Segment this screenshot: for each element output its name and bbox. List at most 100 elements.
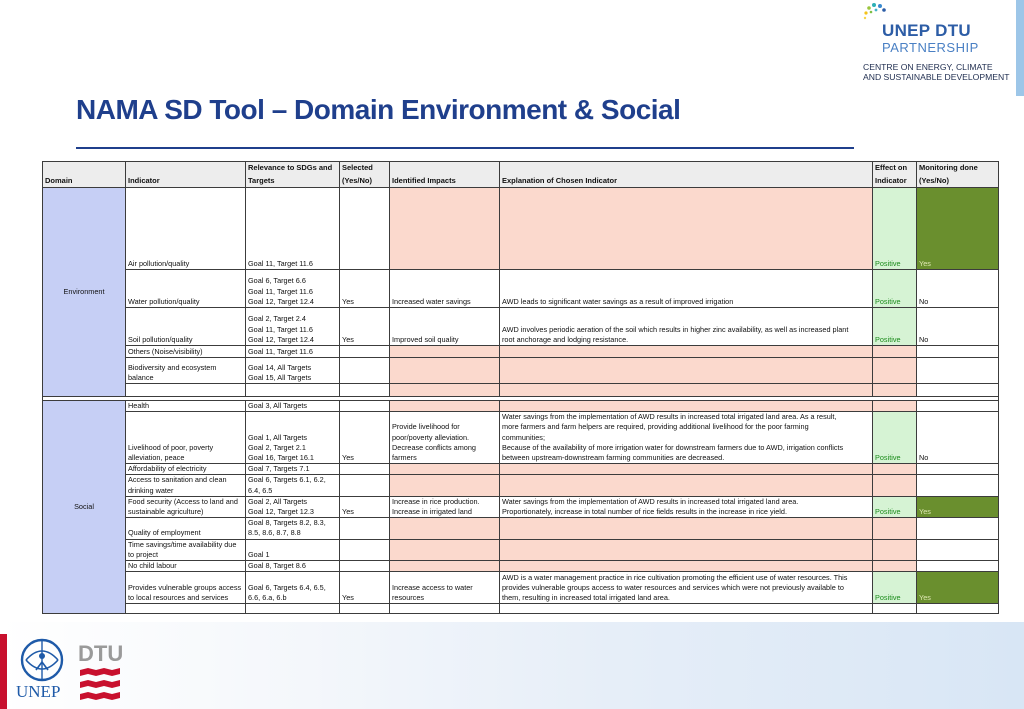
relevance-cell — [245, 383, 340, 397]
explanation-cell — [499, 560, 873, 573]
table-row: Social Health Goal 3, All Targets — [42, 399, 999, 615]
impacts-cell — [389, 383, 500, 397]
impacts-cell — [389, 187, 500, 270]
indicator-cell: Air pollution/quality — [125, 187, 246, 270]
explanation-cell — [499, 474, 873, 497]
indicator-cell: Livelihood of poor, poverty alleviation, … — [125, 411, 246, 465]
effect-cell: Positive — [872, 307, 917, 346]
monitoring-cell — [916, 357, 999, 384]
explanation-cell: AWD involves periodic aeration of the so… — [499, 307, 873, 346]
impacts-cell — [389, 399, 500, 413]
header-selected: Selected (Yes/No) — [339, 161, 390, 188]
selected-cell — [339, 187, 390, 270]
impacts-cell — [389, 357, 500, 384]
relevance-cell: Goal 14, All Targets Goal 15, All Targets — [245, 357, 340, 384]
effect-cell: Positive — [872, 495, 917, 519]
monitoring-cell: No — [916, 269, 999, 308]
relevance-cell: Goal 1, All Targets Goal 2, Target 2.1 Goa… — [245, 411, 340, 465]
relevance-cell: Goal 6, Targets 6.1, 6.2, 6.4, 6.5 — [245, 474, 340, 497]
relevance-cell: Goal 11, Target 11.6 — [245, 345, 340, 358]
impacts-cell — [389, 474, 500, 497]
table-row: Quality of employment Goal 8, Targets 8.… — [43, 517, 999, 540]
unep-dtu-partnership-logo: UNEP DTU PARTNERSHIP CENTRE ON ENERGY, C… — [862, 2, 1014, 84]
effect-cell — [872, 560, 917, 573]
indicator-cell — [125, 383, 246, 397]
monitoring-cell — [916, 603, 999, 615]
logo-subtitle: PARTNERSHIP — [882, 40, 979, 55]
table-row: Soil pollution/quality Goal 2, Target 2.… — [43, 307, 999, 346]
effect-cell — [872, 474, 917, 497]
indicator-cell: Food security (Access to land and sustain… — [125, 495, 246, 519]
table-row: Time savings/time availability due to pro… — [43, 538, 999, 562]
selected-cell: Yes — [339, 269, 390, 308]
selected-cell — [339, 345, 390, 358]
table-row: Access to sanitation and clean drinking w… — [43, 474, 999, 497]
selected-cell — [339, 474, 390, 497]
header-indicator: Indicator — [125, 161, 246, 188]
impacts-cell — [389, 603, 500, 615]
accent-strip — [1016, 0, 1024, 96]
header-domain: Domain — [42, 161, 126, 188]
effect-cell — [872, 345, 917, 358]
monitoring-cell: No — [916, 411, 999, 465]
monitoring-cell — [916, 345, 999, 358]
title-underline — [76, 147, 854, 149]
indicator-cell — [125, 603, 246, 615]
indicator-cell: Provides vulnerable groups access to loca… — [125, 571, 246, 605]
effect-cell — [872, 538, 917, 562]
selected-cell — [339, 463, 390, 476]
indicator-cell: Soil pollution/quality — [125, 307, 246, 346]
monitoring-cell — [916, 463, 999, 476]
unep-wordmark: UNEP — [16, 682, 61, 701]
impacts-cell — [389, 560, 500, 573]
indicator-cell: Others (Noise/visibility) — [125, 345, 246, 358]
explanation-cell — [499, 399, 873, 413]
selected-cell — [339, 399, 390, 413]
relevance-cell: Goal 2, Target 2.4 Goal 11, Target 11.6 Go… — [245, 307, 340, 346]
header-monitoring: Monitoring done (Yes/No) — [916, 161, 999, 188]
table-row — [43, 603, 999, 615]
effect-cell — [872, 517, 917, 540]
explanation-cell: AWD leads to significant water savings a… — [499, 269, 873, 308]
monitoring-cell: Yes — [916, 495, 999, 519]
explanation-cell: Water savings from the implementation of… — [499, 495, 873, 519]
relevance-cell: Goal 11, Target 11.6 — [245, 187, 340, 270]
relevance-cell: Goal 8, Target 8.6 — [245, 560, 340, 573]
relevance-cell: Goal 1 — [245, 538, 340, 562]
effect-cell: Positive — [872, 187, 917, 270]
monitoring-cell — [916, 538, 999, 562]
monitoring-cell: Yes — [916, 571, 999, 605]
indicator-cell: No child labour — [125, 560, 246, 573]
relevance-cell: Goal 6, Target 6.6 Goal 11, Target 11.6 Go… — [245, 269, 340, 308]
effect-cell: Positive — [872, 571, 917, 605]
relevance-cell: Goal 2, All Targets Goal 12, Target 12.3 — [245, 495, 340, 519]
explanation-cell — [499, 517, 873, 540]
impacts-cell: Improved soil quality — [389, 307, 500, 346]
monitoring-cell — [916, 474, 999, 497]
effect-cell — [872, 463, 917, 476]
indicator-cell: Time savings/time availability due to pro… — [125, 538, 246, 562]
selected-cell — [339, 603, 390, 615]
indicator-cell: Biodiversity and ecosystem balance — [125, 357, 246, 384]
explanation-cell: AWD is a water management practice in ri… — [499, 571, 873, 605]
logo-title: UNEP DTU — [882, 21, 971, 40]
relevance-cell: Goal 3, All Targets — [245, 399, 340, 413]
table-header-row: Domain Indicator Relevance to SDGs and Ta… — [42, 161, 999, 188]
header-effect: Effect on Indicator — [872, 161, 917, 188]
selected-cell — [339, 383, 390, 397]
impacts-cell: Increase access to water resources — [389, 571, 500, 605]
footer-band — [0, 622, 1024, 709]
table-row — [43, 383, 999, 397]
logo-tagline-2: AND SUSTAINABLE DEVELOPMENT — [863, 72, 1010, 82]
monitoring-cell: Yes — [916, 187, 999, 270]
effect-cell — [872, 603, 917, 615]
dtu-mark-icon — [80, 668, 120, 700]
impacts-cell: Provide livelihood for poor/poverty allev… — [389, 411, 500, 465]
relevance-cell: Goal 8, Targets 8.2, 8.3, 8.5, 8.6, 8.7, … — [245, 517, 340, 540]
relevance-cell — [245, 603, 340, 615]
explanation-cell — [499, 538, 873, 562]
monitoring-cell — [916, 399, 999, 413]
logo-tagline-1: CENTRE ON ENERGY, CLIMATE — [863, 62, 993, 72]
explanation-cell — [499, 357, 873, 384]
table-row: Provides vulnerable groups access to loca… — [43, 571, 999, 605]
